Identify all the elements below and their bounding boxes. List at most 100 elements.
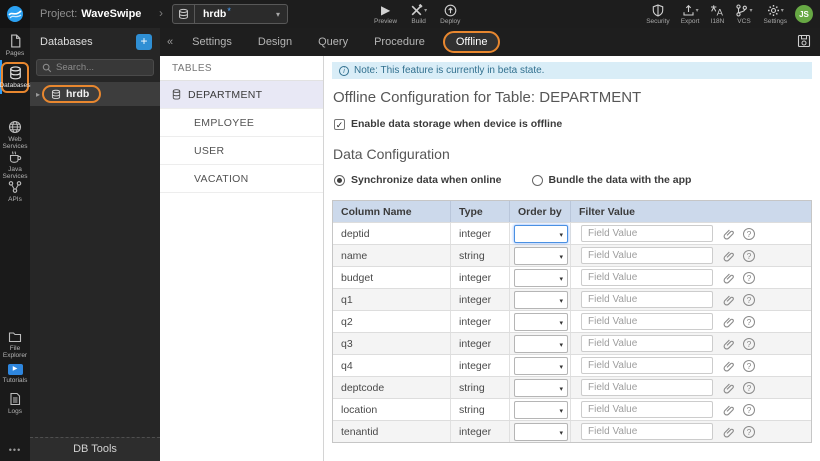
tab-query[interactable]: Query <box>318 36 348 48</box>
paperclip-icon[interactable] <box>723 316 735 328</box>
paperclip-icon[interactable] <box>723 404 735 416</box>
paperclip-icon[interactable] <box>723 228 735 240</box>
filter-value-input[interactable] <box>581 423 713 440</box>
sidebar-item-apis[interactable]: APIs <box>0 180 30 203</box>
order-by-select[interactable]: ▾ <box>514 378 568 397</box>
help-icon[interactable]: ? <box>743 271 755 284</box>
tab-design[interactable]: Design <box>258 36 292 48</box>
deploy-button[interactable]: Deploy <box>440 3 460 25</box>
sidebar-item-databases[interactable]: Databases <box>0 62 31 93</box>
sidebar-item-web-services[interactable]: Web Services <box>0 120 30 150</box>
top-bar: Project: WaveSwipe › hrdb * ▾ ▶ Preview … <box>0 0 820 28</box>
column-name-cell: name <box>333 245 451 266</box>
sidebar-item-tutorials[interactable]: ▶ Tutorials <box>0 364 30 384</box>
sidebar-item-file-explorer[interactable]: File Explorer <box>0 331 30 359</box>
order-by-select[interactable]: ▾ <box>514 290 568 309</box>
user-avatar[interactable]: JS <box>795 5 813 23</box>
paperclip-icon[interactable] <box>723 360 735 372</box>
tab-settings[interactable]: Settings <box>192 36 232 48</box>
help-icon[interactable]: ? <box>743 403 755 416</box>
project-breadcrumb: Project: WaveSwipe <box>40 0 141 28</box>
export-button[interactable]: ▾ Export <box>681 3 699 25</box>
chevron-down-icon: ▾ <box>559 385 563 393</box>
order-by-select[interactable]: ▾ <box>514 246 568 265</box>
sidebar-item-pages[interactable]: Pages <box>0 34 30 57</box>
help-icon[interactable]: ? <box>743 293 755 306</box>
sidebar-item-logs[interactable]: Logs <box>0 392 30 415</box>
paperclip-icon[interactable] <box>723 338 735 350</box>
chevron-down-icon: ▾ <box>559 253 563 261</box>
filter-value-input[interactable] <box>581 379 713 396</box>
paperclip-icon[interactable] <box>723 426 735 438</box>
editor-tab-bar: « Settings Design Query Procedure Offlin… <box>160 28 820 56</box>
save-database-button[interactable] <box>797 34 811 48</box>
modified-marker: * <box>227 6 231 16</box>
table-item-user[interactable]: USER <box>160 137 323 165</box>
preview-button[interactable]: ▶ Preview <box>374 3 397 25</box>
help-icon[interactable]: ? <box>743 425 755 438</box>
tables-panel-header: TABLES <box>160 56 323 81</box>
settings-button[interactable]: ▾ Settings <box>764 3 787 25</box>
order-by-select[interactable]: ▾ <box>514 334 568 353</box>
radio-synchronize-online[interactable]: Synchronize data when online <box>334 174 502 186</box>
table-item-department[interactable]: DEPARTMENT <box>160 81 323 109</box>
wavemaker-logo[interactable] <box>0 0 30 28</box>
help-icon[interactable]: ? <box>743 315 755 328</box>
filter-value-input[interactable] <box>581 291 713 308</box>
filter-value-input[interactable] <box>581 357 713 374</box>
expander-icon[interactable]: ▸ <box>36 90 40 99</box>
order-by-select[interactable]: ▾ <box>514 400 568 419</box>
table-row: name string ▾ ? <box>333 244 811 266</box>
deploy-icon <box>444 4 457 16</box>
help-icon[interactable]: ? <box>743 381 755 394</box>
project-name: WaveSwipe <box>81 8 142 20</box>
database-selector-dropdown[interactable]: hrdb * ▾ <box>172 4 288 24</box>
order-by-select[interactable]: ▾ <box>514 268 568 287</box>
table-item-employee[interactable]: EMPLOYEE <box>160 109 323 137</box>
tab-offline[interactable]: Offline <box>442 31 501 53</box>
i18n-button[interactable]: A I18N <box>710 3 724 25</box>
help-icon[interactable]: ? <box>743 249 755 262</box>
database-search[interactable] <box>36 59 154 76</box>
paperclip-icon[interactable] <box>723 250 735 262</box>
add-database-button[interactable]: + <box>136 34 152 50</box>
paperclip-icon[interactable] <box>723 294 735 306</box>
chevron-down-icon: ▾ <box>559 407 563 415</box>
filter-value-input[interactable] <box>581 225 713 242</box>
build-button[interactable]: ▾ Build <box>410 3 427 25</box>
order-by-select[interactable]: ▾ <box>514 224 568 243</box>
sidebar-more-button[interactable]: ••• <box>0 445 30 455</box>
filter-value-input[interactable] <box>581 247 713 264</box>
table-icon <box>172 89 181 100</box>
paperclip-icon[interactable] <box>723 272 735 284</box>
table-header-row: Column Name Type Order by Filter Value <box>333 201 811 222</box>
column-type-cell: integer <box>451 223 510 244</box>
search-input[interactable] <box>56 62 148 73</box>
collapse-panel-icon[interactable]: « <box>167 36 173 48</box>
db-tools-button[interactable]: DB Tools <box>30 437 160 461</box>
order-by-select[interactable]: ▾ <box>514 356 568 375</box>
table-row: q2 integer ▾ ? <box>333 310 811 332</box>
filter-value-input[interactable] <box>581 269 713 286</box>
help-icon[interactable]: ? <box>743 337 755 350</box>
tab-procedure[interactable]: Procedure <box>374 36 425 48</box>
filter-value-input[interactable] <box>581 401 713 418</box>
filter-value-input[interactable] <box>581 335 713 352</box>
security-button[interactable]: Security <box>646 3 670 25</box>
vcs-button[interactable]: ▾ VCS <box>735 3 753 25</box>
radio-bundle-with-app[interactable]: Bundle the data with the app <box>531 174 691 186</box>
sidebar-item-java-services[interactable]: Java Services <box>0 150 30 180</box>
enable-offline-checkbox[interactable]: ✓ <box>334 118 345 130</box>
paperclip-icon[interactable] <box>723 382 735 394</box>
order-by-select[interactable]: ▾ <box>514 312 568 331</box>
selected-database-name: hrdb <box>203 8 227 20</box>
order-by-select[interactable]: ▾ <box>514 422 568 441</box>
filter-value-input[interactable] <box>581 313 713 330</box>
database-tree-item-hrdb[interactable]: ▸ hrdb <box>30 82 160 106</box>
table-row: tenantid integer ▾ ? <box>333 420 811 442</box>
chevron-down-icon: ▾ <box>559 341 563 349</box>
table-item-vacation[interactable]: VACATION <box>160 165 323 193</box>
help-icon[interactable]: ? <box>743 359 755 372</box>
help-icon[interactable]: ? <box>743 227 755 240</box>
databases-icon <box>9 66 21 80</box>
